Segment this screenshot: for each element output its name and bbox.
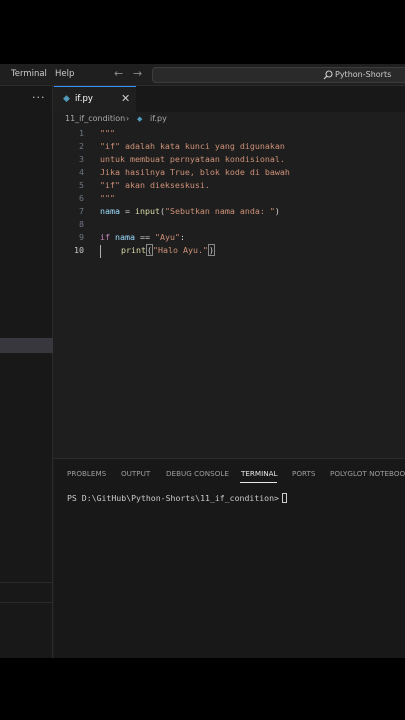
code-line-active: 10 print("Halo Ayu."): [54, 244, 405, 258]
code-line: 5 "if" akan diekseskusi.: [54, 180, 405, 193]
line-number: 10: [74, 245, 84, 255]
breadcrumb-folder[interactable]: 11_if_condition: [65, 114, 125, 123]
close-icon[interactable]: ✕: [121, 92, 130, 105]
code-line: 3 untuk membuat pernyataan kondisional.: [54, 154, 405, 167]
indent-guide: [100, 245, 101, 258]
tab-output[interactable]: OUTPUT: [121, 469, 150, 478]
menu-bar: Terminal Help ← → Python-Shorts: [0, 64, 405, 86]
code-token: "Halo Ayu.": [152, 245, 208, 255]
code-text: "if" akan diekseskusi.: [100, 180, 210, 190]
code-token: "Sebutkan nama anda: ": [164, 206, 275, 216]
line-number: 2: [79, 141, 84, 151]
back-arrow-icon[interactable]: ←: [114, 67, 123, 80]
code-token: ): [274, 206, 280, 216]
search-text: Python-Shorts: [335, 70, 392, 79]
forward-arrow-icon[interactable]: →: [133, 67, 142, 80]
terminal-cursor: [281, 493, 287, 503]
tab-label: if.py: [75, 94, 93, 104]
terminal-line[interactable]: PS D:\GitHub\Python-Shorts\11_if_conditi…: [67, 493, 287, 503]
explorer-sidebar: ···: [0, 86, 53, 658]
line-number: 1: [79, 128, 84, 138]
code-text: if nama == "Ayu":: [100, 232, 185, 242]
python-file-icon: ◆: [63, 94, 70, 104]
code-text: untuk membuat pernyataan kondisional.: [100, 154, 285, 164]
code-token: ==: [134, 232, 155, 242]
code-token: "Ayu": [154, 232, 180, 242]
sidebar-divider: [0, 582, 53, 583]
line-number: 4: [79, 167, 84, 177]
line-number: 8: [79, 219, 84, 229]
code-token: nama: [100, 206, 120, 216]
code-token: input: [134, 206, 160, 216]
line-number: 3: [79, 154, 84, 164]
line-number: 9: [79, 232, 84, 242]
code-token: if: [100, 232, 110, 242]
breadcrumb-file[interactable]: if.py: [150, 114, 167, 123]
tab-problems[interactable]: PROBLEMS: [67, 469, 106, 478]
code-token: nama: [110, 232, 135, 242]
tab-if-py[interactable]: ◆ if.py ✕: [54, 86, 136, 112]
line-number: 7: [79, 206, 84, 216]
code-line: 4 Jika hasilnya True, blok kode di bawah: [54, 167, 405, 180]
code-token: print: [121, 245, 146, 255]
code-token: =: [119, 206, 135, 216]
code-line: 7 nama = input("Sebutkan nama anda: "): [54, 206, 405, 219]
more-actions-icon[interactable]: ···: [32, 91, 46, 104]
tab-terminal[interactable]: TERMINAL: [241, 469, 278, 478]
vscode-window: Terminal Help ← → Python-Shorts ··· ◆ if…: [0, 64, 405, 658]
code-text: """: [100, 193, 115, 203]
tab-debug-console[interactable]: DEBUG CONSOLE: [166, 469, 229, 478]
tab-polyglot-notebook[interactable]: POLYGLOT NOTEBOOK: [330, 469, 405, 478]
code-token: ): [207, 244, 215, 256]
code-line: 9 if nama == "Ayu":: [54, 232, 405, 245]
line-number: 5: [79, 180, 84, 190]
code-text: "if" adalah kata kunci yang digunakan: [100, 141, 285, 151]
tab-ports[interactable]: PORTS: [292, 469, 315, 478]
code-line: 2 "if" adalah kata kunci yang digunakan: [54, 141, 405, 154]
sidebar-selected-item[interactable]: [0, 338, 53, 353]
code-text: nama = input("Sebutkan nama anda: "): [100, 206, 280, 216]
bottom-panel: PROBLEMS OUTPUT DEBUG CONSOLE TERMINAL P…: [54, 458, 405, 658]
python-file-icon: ◆: [137, 115, 143, 123]
editor-tab-bar: ◆ if.py ✕: [54, 86, 405, 112]
code-line: 8: [54, 219, 405, 232]
terminal-prompt: PS D:\GitHub\Python-Shorts\11_if_conditi…: [67, 493, 279, 503]
code-line: 1 """: [54, 128, 405, 141]
search-icon: [323, 70, 333, 80]
command-center-search[interactable]: Python-Shorts: [152, 67, 405, 83]
code-line: 6 """: [54, 193, 405, 206]
sidebar-divider: [0, 602, 53, 603]
line-number: 6: [79, 193, 84, 203]
active-tab-indicator: [240, 482, 277, 483]
code-token: :: [179, 232, 185, 242]
code-token: (: [145, 244, 153, 256]
code-text: print("Halo Ayu."): [121, 244, 215, 256]
breadcrumb-separator: ›: [126, 114, 130, 123]
menu-terminal[interactable]: Terminal: [11, 69, 47, 79]
menu-help[interactable]: Help: [55, 69, 74, 79]
code-text: """: [100, 128, 115, 138]
code-text: Jika hasilnya True, blok kode di bawah: [100, 167, 290, 177]
